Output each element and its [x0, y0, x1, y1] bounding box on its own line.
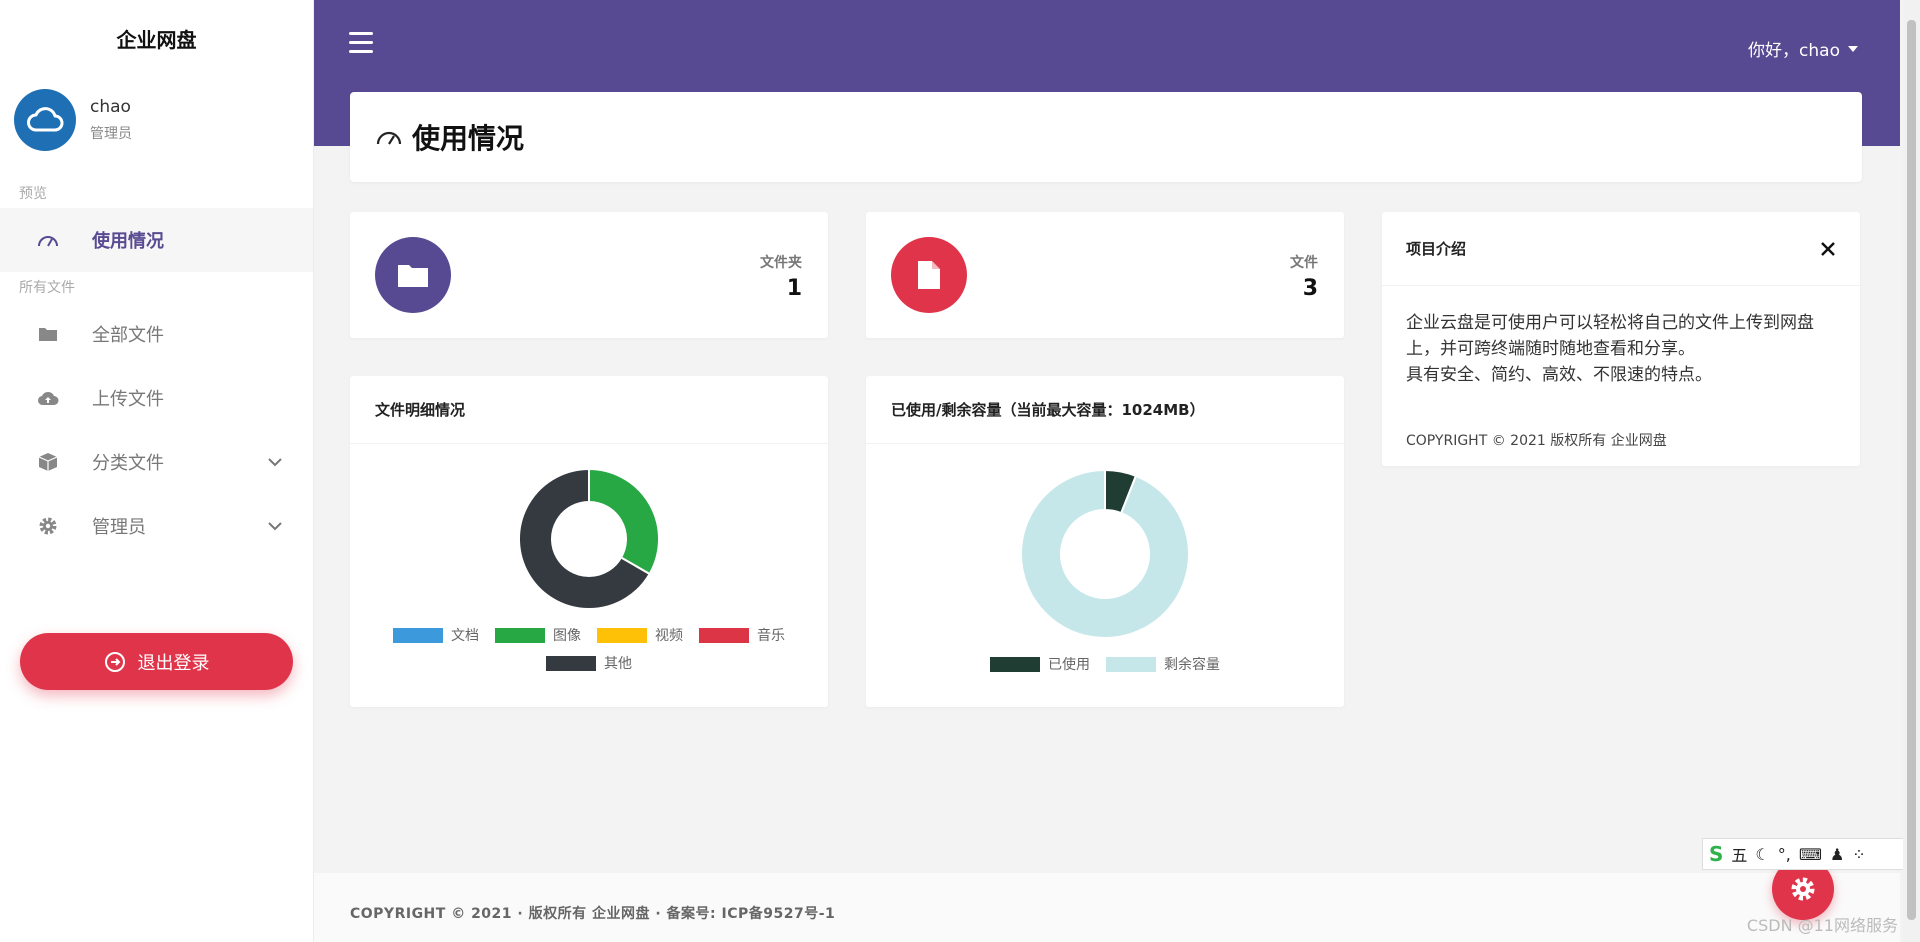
keyboard-icon[interactable]: ⌨: [1799, 845, 1822, 864]
punctuation-icon[interactable]: °,: [1778, 845, 1791, 864]
legend-label: 音乐: [757, 628, 785, 644]
intro-text: 企业云盘是可使用户可以轻松将自己的文件上传到网盘上，并可跨终端随时随地查看和分享…: [1406, 313, 1814, 359]
scrollbar-thumb[interactable]: [1907, 20, 1916, 920]
file-detail-donut: [518, 468, 660, 610]
sidebar-item-all-files[interactable]: 全部文件: [0, 302, 313, 366]
gear-icon: [36, 514, 60, 538]
sogou-logo-icon: S: [1709, 842, 1724, 866]
cloud-upload-icon: [36, 386, 60, 410]
page-title-card: 使用情况: [350, 92, 1862, 182]
capacity-donut: [1020, 469, 1190, 639]
legend-label: 视频: [655, 628, 683, 644]
gauge-icon: [376, 131, 402, 145]
user-name: chao: [90, 97, 131, 117]
stat-label: 文件: [1290, 255, 1318, 271]
capacity-card: 已使用/剩余容量（当前最大容量：1024MB） 已使用 剩余容量: [866, 376, 1344, 707]
chevron-down-icon[interactable]: [267, 454, 283, 470]
stat-value: 1: [786, 276, 802, 301]
stat-card-files: 文件 3: [866, 212, 1344, 338]
legend-item[interactable]: 文档: [393, 621, 479, 649]
legend-item[interactable]: 图像: [495, 621, 581, 649]
intro-card: 项目介绍 企业云盘是可使用户可以轻松将自己的文件上传到网盘上，并可跨终端随时随地…: [1382, 212, 1860, 466]
grid-icon[interactable]: ⁘: [1852, 845, 1865, 864]
intro-title: 项目介绍: [1406, 240, 1467, 258]
gear-icon: [1791, 877, 1815, 901]
user-icon[interactable]: ♟: [1830, 845, 1844, 864]
main-content: 使用情况 文件夹 1 文件 3 文件明细情况 文档 图像 视频 音乐其他 已使用/剩余…: [314, 0, 1900, 942]
watermark: CSDN @11网络服务: [1746, 916, 1898, 935]
user-profile: chao 管理员: [0, 76, 313, 164]
legend-swatch: [546, 655, 596, 671]
card-title: 已使用/剩余容量（当前最大容量：1024MB）: [866, 376, 1344, 444]
intro-copyright: COPYRIGHT © 2021 版权所有 企业网盘: [1406, 433, 1667, 449]
footer-text: COPYRIGHT © 2021 · 版权所有 企业网盘 · 备案号: ICP备…: [350, 906, 836, 922]
file-detail-legend: 文档 图像 视频 音乐其他: [350, 621, 828, 677]
logout-icon: [104, 651, 125, 672]
sidebar-item-label: 全部文件: [92, 325, 164, 346]
sidebar-item-admin[interactable]: 管理员: [0, 494, 313, 558]
sidebar-item-usage[interactable]: 使用情况: [0, 208, 313, 272]
moon-icon[interactable]: ☾: [1755, 845, 1769, 864]
chevron-down-icon[interactable]: [267, 518, 283, 534]
card-title: 文件明细情况: [350, 376, 828, 444]
folder-badge: [375, 237, 451, 313]
folder-icon: [36, 322, 60, 346]
legend-swatch: [990, 656, 1040, 672]
legend-label: 文档: [451, 628, 479, 644]
donut-slice-1[interactable]: [1020, 469, 1190, 639]
sidebar-item-label: 上传文件: [92, 389, 164, 410]
avatar: [14, 89, 76, 151]
capacity-legend: 已使用 剩余容量: [866, 650, 1344, 678]
section-label-files: 所有文件: [19, 280, 75, 296]
close-icon[interactable]: [1820, 241, 1836, 257]
box-icon: [36, 450, 60, 474]
sidebar: 企业网盘 chao 管理员 预览 使用情况 所有文件 全部文件 上传文件 分类文…: [0, 0, 314, 942]
legend-label: 其他: [604, 656, 632, 672]
legend-label: 已使用: [1048, 657, 1090, 673]
legend-item[interactable]: 视频: [597, 621, 683, 649]
legend-item[interactable]: 音乐: [699, 621, 785, 649]
gauge-icon: [36, 228, 60, 252]
legend-label: 图像: [553, 628, 581, 644]
legend-item[interactable]: 已使用: [990, 650, 1090, 678]
file-icon: [918, 261, 940, 289]
legend-swatch: [597, 627, 647, 643]
legend-swatch: [699, 627, 749, 643]
ime-toolbar[interactable]: S 五 ☾ °, ⌨ ♟ ⁘: [1702, 838, 1908, 870]
sidebar-item-label: 分类文件: [92, 453, 164, 474]
logout-button[interactable]: 退出登录: [20, 633, 293, 690]
section-label-preview: 预览: [19, 186, 47, 202]
legend-swatch: [495, 627, 545, 643]
legend-swatch: [393, 627, 443, 643]
logout-label: 退出登录: [137, 652, 210, 674]
file-detail-card: 文件明细情况 文档 图像 视频 音乐其他: [350, 376, 828, 707]
sidebar-item-label: 管理员: [92, 517, 146, 538]
legend-label: 剩余容量: [1164, 657, 1220, 673]
stat-label: 文件夹: [760, 255, 802, 271]
intro-text: 具有安全、简约、高效、不限速的特点。: [1406, 365, 1712, 385]
legend-item[interactable]: 其他: [546, 649, 632, 677]
sidebar-item-categories[interactable]: 分类文件: [0, 430, 313, 494]
scrollbar[interactable]: [1903, 0, 1920, 942]
stat-card-folders: 文件夹 1: [350, 212, 828, 338]
stat-value: 3: [1302, 276, 1318, 301]
brand-title: 企业网盘: [116, 27, 197, 52]
folder-icon: [398, 265, 428, 287]
cloud-icon: [27, 107, 64, 132]
user-role: 管理员: [90, 126, 132, 142]
page-title: 使用情况: [412, 122, 525, 155]
sidebar-item-upload[interactable]: 上传文件: [0, 366, 313, 430]
legend-swatch: [1106, 656, 1156, 672]
sidebar-item-label: 使用情况: [92, 231, 164, 252]
legend-item[interactable]: 剩余容量: [1106, 650, 1220, 678]
ime-mode[interactable]: 五: [1731, 842, 1747, 866]
file-badge: [891, 237, 967, 313]
